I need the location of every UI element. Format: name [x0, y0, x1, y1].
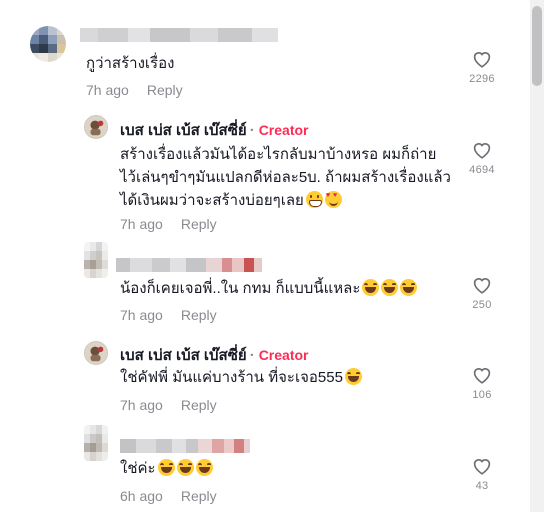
reply-button[interactable]: Reply: [181, 397, 217, 413]
reply-button[interactable]: Reply: [181, 488, 217, 504]
blurred-username[interactable]: [116, 258, 262, 272]
comment-list[interactable]: กูว่าสร้างเรื่อง 7h ago Reply 2296 เบส เบ…: [0, 0, 530, 512]
reply-button[interactable]: Reply: [181, 216, 217, 232]
comment-text: กูว่าสร้างเรื่อง: [86, 55, 175, 72]
comment-text: น้องก็เคยเจอพี่..ใน กทม ก็แบบนี้แหละ: [120, 277, 418, 300]
separator-dot: ·: [249, 347, 255, 364]
comment-item: เบส เบ่ส เบ้ส เบ๊สซี่ย์ · Creator ใช่คัฟพี…: [0, 335, 530, 425]
comment-meta: 7h ago Reply: [120, 215, 217, 233]
avatar[interactable]: [84, 341, 108, 365]
comment-time: 7h ago: [120, 216, 163, 232]
avatar[interactable]: [84, 425, 108, 461]
scrollbar-thumb[interactable]: [532, 6, 542, 86]
creator-badge: Creator: [258, 122, 309, 138]
comment-text: สร้างเรื่องแล้วมันได้อะไรกลับมาบ้างหรอ ผ…: [120, 143, 451, 212]
reply-button[interactable]: Reply: [181, 307, 217, 323]
comment-line: ไว้เล่นๆขำๆมันแปลกดีห่อละ5บ. ถ้าผมสร้างเ…: [120, 169, 451, 186]
comment-time: 7h ago: [120, 307, 163, 323]
comment-line: สร้างเรื่องแล้วมันได้อะไรกลับมาบ้างหรอ ผ…: [120, 146, 437, 163]
comment-text-body: ใช่คัฟพี่ มันแค่บางร้าน ที่จะเจอ555: [120, 369, 343, 386]
like-button[interactable]: 106: [462, 366, 502, 401]
comment-text: ใช่คัฟพี่ มันแค่บางร้าน ที่จะเจอ555: [120, 366, 362, 389]
comment-text: ใช่ค่ะ: [120, 457, 213, 480]
like-button[interactable]: 250: [462, 276, 502, 311]
comment-meta: 7h ago Reply: [86, 81, 183, 99]
like-button[interactable]: 4694: [462, 141, 502, 176]
face-with-tears-of-joy-icon: [362, 279, 380, 296]
blurred-username[interactable]: [80, 28, 278, 42]
avatar[interactable]: [84, 115, 108, 139]
face-with-tears-of-joy-icon: [195, 459, 213, 476]
like-count: 43: [475, 480, 489, 492]
creator-badge: Creator: [258, 347, 309, 363]
scrollbar[interactable]: [530, 0, 544, 512]
comment-text-body: ใช่ค่ะ: [120, 460, 156, 477]
face-with-tears-of-joy-icon: [344, 368, 362, 385]
comment-time: 7h ago: [86, 82, 129, 98]
heart-outline-icon: [473, 143, 491, 159]
like-button[interactable]: 43: [462, 457, 502, 492]
comment-text-body: น้องก็เคยเจอพี่..ใน กทม ก็แบบนี้แหละ: [120, 280, 361, 297]
separator-dot: ·: [249, 122, 255, 139]
username[interactable]: เบส เบ่ส เบ้ส เบ๊สซี่ย์: [120, 347, 247, 364]
comment-line-with-emoji: ได้เงินผมว่าจะสร้างบ่อยๆเลย ♥ ♥: [120, 189, 451, 212]
comment-meta: 7h ago Reply: [120, 396, 217, 414]
comment-meta: 6h ago Reply: [120, 487, 217, 505]
face-with-tears-of-joy-icon: [176, 459, 194, 476]
heart-outline-icon: [473, 459, 491, 475]
like-button[interactable]: 2296: [462, 50, 502, 85]
comment-time: 6h ago: [120, 488, 163, 504]
creator-username-row: เบส เบ่ส เบ้ส เบ๊สซี่ย์ · Creator: [120, 345, 308, 366]
heart-outline-icon: [473, 368, 491, 384]
blurred-username[interactable]: [120, 439, 250, 453]
comment-item: เบส เบ่ส เบ้ส เบ๊สซี่ย์ · Creator สร้างเรื…: [0, 105, 530, 240]
face-with-tears-of-joy-icon: [157, 459, 175, 476]
like-count: 4694: [469, 164, 495, 176]
like-count: 2296: [469, 73, 495, 85]
heart-outline-icon: [473, 52, 491, 68]
avatar[interactable]: [84, 242, 108, 278]
creator-avatar-image: [85, 116, 107, 138]
smiling-face-with-hearts-icon: ♥ ♥: [324, 191, 342, 208]
reply-button[interactable]: Reply: [147, 82, 183, 98]
like-count: 250: [472, 299, 492, 311]
comment-time: 7h ago: [120, 397, 163, 413]
creator-avatar-image: [85, 342, 107, 364]
comment-line: ได้เงินผมว่าจะสร้างบ่อยๆเลย: [120, 192, 304, 209]
comment-meta: 7h ago Reply: [120, 306, 217, 324]
comment-item: น้องก็เคยเจอพี่..ใน กทม ก็แบบนี้แหละ 7h …: [0, 240, 530, 335]
username[interactable]: เบส เบ่ส เบ้ส เบ๊สซี่ย์: [120, 122, 247, 139]
like-count: 106: [472, 389, 492, 401]
comment-item: ใช่ค่ะ 6h ago Reply 43: [0, 425, 530, 512]
avatar[interactable]: [30, 26, 66, 62]
heart-outline-icon: [473, 278, 491, 294]
creator-username-row: เบส เบ่ส เบ้ส เบ๊สซี่ย์ · Creator: [120, 120, 308, 141]
comment-item: กูว่าสร้างเรื่อง 7h ago Reply 2296: [0, 0, 530, 105]
face-with-tears-of-joy-icon: [400, 279, 418, 296]
grinning-face-icon: [305, 191, 323, 208]
face-with-tears-of-joy-icon: [381, 279, 399, 296]
